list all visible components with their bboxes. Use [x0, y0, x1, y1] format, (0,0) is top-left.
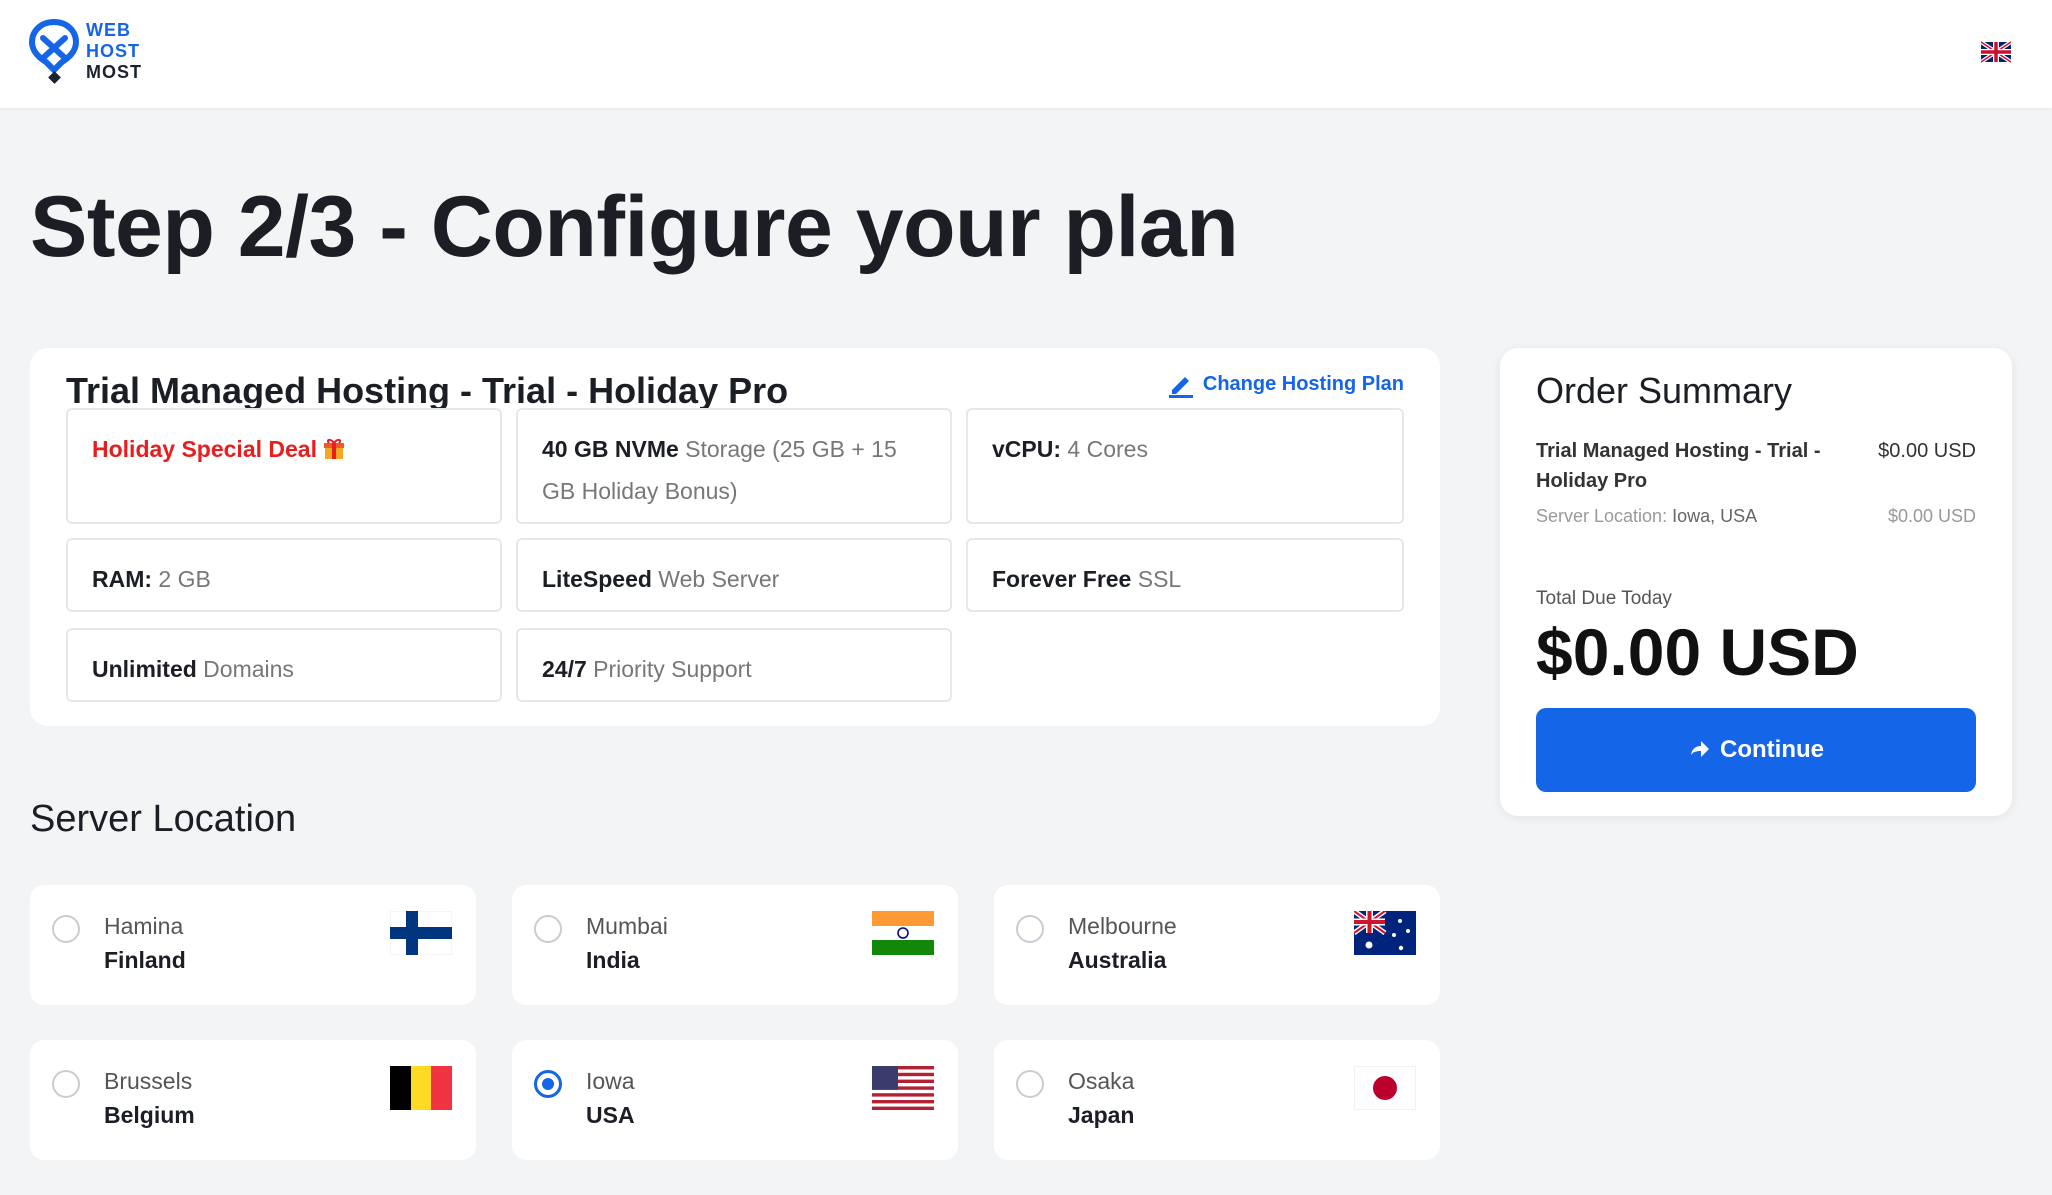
- feature-vcpu-text: 4 Cores: [1061, 436, 1148, 462]
- feature-ssl-bold: Forever Free: [992, 566, 1132, 592]
- order-summary: Order Summary Trial Managed Hosting - Tr…: [1500, 348, 2012, 816]
- total-due-label: Total Due Today: [1536, 588, 1672, 609]
- location-country: USA: [586, 1102, 635, 1128]
- feature-web-server: LiteSpeed Web Server: [516, 538, 952, 612]
- location-city: Hamina: [104, 913, 184, 939]
- location-radio-selected[interactable]: [534, 1070, 562, 1098]
- page-title: Step 2/3 - Configure your plan: [30, 179, 1239, 275]
- feature-vcpu-bold: vCPU:: [992, 436, 1062, 462]
- feature-support: 24/7 Priority Support: [516, 628, 952, 702]
- logo[interactable]: WEB HOST MOST: [28, 18, 142, 84]
- feature-ram-bold: RAM:: [92, 566, 153, 592]
- site-header: WEB HOST MOST: [0, 0, 2052, 108]
- australia-flag-icon: [1354, 911, 1416, 955]
- location-option-melbourne[interactable]: Melbourne Australia: [994, 885, 1440, 1005]
- location-option-mumbai[interactable]: Mumbai India: [512, 885, 958, 1005]
- logo-text: WEB HOST MOST: [86, 20, 142, 83]
- feature-deal: Holiday Special Deal: [66, 408, 502, 524]
- feature-support-bold: 24/7: [542, 656, 587, 682]
- summary-location-value: Iowa, USA: [1672, 506, 1758, 526]
- belgium-flag-icon: [390, 1066, 452, 1110]
- finland-flag-icon: [390, 911, 452, 955]
- usa-flag-icon: [872, 1066, 934, 1110]
- change-hosting-plan-label: Change Hosting Plan: [1202, 372, 1404, 395]
- location-city: Melbourne: [1068, 913, 1177, 939]
- uk-flag-icon[interactable]: [1981, 41, 2011, 63]
- location-country: Finland: [104, 947, 186, 973]
- location-country: Japan: [1068, 1102, 1135, 1128]
- location-country: Australia: [1068, 947, 1167, 973]
- feature-domains: Unlimited Domains: [66, 628, 502, 702]
- location-radio[interactable]: [1016, 915, 1044, 943]
- location-city: Osaka: [1068, 1068, 1135, 1094]
- logo-mark-icon: [28, 18, 80, 84]
- summary-location-price: $0.00 USD: [1887, 506, 1976, 526]
- logo-text-most: MOST: [86, 61, 142, 82]
- continue-label: Continue: [1720, 736, 1824, 763]
- location-country: India: [586, 947, 640, 973]
- feature-deal-label: Holiday Special Deal: [92, 436, 317, 462]
- location-option-iowa[interactable]: Iowa USA: [512, 1040, 958, 1160]
- order-summary-title: Order Summary: [1536, 370, 1793, 411]
- summary-server-location: Server Location: Iowa, USA: [1536, 506, 1757, 527]
- location-city: Iowa: [586, 1068, 635, 1094]
- plan-title: Trial Managed Hosting - Trial - Holiday …: [66, 370, 789, 411]
- feature-ram-text: 2 GB: [152, 566, 211, 592]
- feature-ram: RAM: 2 GB: [66, 538, 502, 612]
- feature-domains-bold: Unlimited: [92, 656, 197, 682]
- summary-product-name: Trial Managed Hosting - Trial - Holiday …: [1536, 440, 1821, 492]
- logo-text-web: WEB: [86, 19, 131, 40]
- location-country: Belgium: [104, 1102, 195, 1128]
- pencil-icon: [1168, 377, 1193, 398]
- server-location-title: Server Location: [30, 798, 297, 840]
- location-radio[interactable]: [1016, 1070, 1044, 1098]
- location-radio[interactable]: [52, 1070, 80, 1098]
- gift-icon: [324, 439, 345, 459]
- feature-storage-bold: 40 GB NVMe: [542, 436, 679, 462]
- summary-location-label: Server Location:: [1536, 506, 1668, 526]
- feature-web-server-bold: LiteSpeed: [542, 566, 652, 592]
- location-radio[interactable]: [52, 915, 80, 943]
- location-option-brussels[interactable]: Brussels Belgium: [30, 1040, 476, 1160]
- change-hosting-plan-link[interactable]: Change Hosting Plan: [1167, 370, 1404, 398]
- feature-vcpu: vCPU: 4 Cores: [966, 408, 1404, 524]
- continue-button[interactable]: Continue: [1536, 708, 1976, 792]
- total-due-value: $0.00 USD: [1536, 615, 1859, 689]
- arrow-right-icon: [1691, 741, 1709, 757]
- location-city: Mumbai: [586, 913, 668, 939]
- logo-text-host: HOST: [86, 40, 141, 61]
- summary-product-price: $0.00 USD: [1878, 440, 1976, 462]
- location-radio[interactable]: [534, 915, 562, 943]
- feature-web-server-text: Web Server: [651, 566, 780, 592]
- feature-storage: 40 GB NVMe Storage (25 GB + 15 GB Holida…: [516, 408, 952, 524]
- location-option-osaka[interactable]: Osaka Japan: [994, 1040, 1440, 1160]
- feature-support-text: Priority Support: [586, 656, 752, 682]
- plan-card: Trial Managed Hosting - Trial - Holiday …: [30, 348, 1440, 726]
- location-city: Brussels: [104, 1068, 193, 1094]
- india-flag-icon: [872, 911, 934, 955]
- feature-ssl: Forever Free SSL: [966, 538, 1404, 612]
- japan-flag-icon: [1354, 1066, 1416, 1110]
- feature-domains-text: Domains: [196, 656, 294, 682]
- feature-ssl-text: SSL: [1131, 566, 1182, 592]
- location-option-hamina[interactable]: Hamina Finland: [30, 885, 476, 1005]
